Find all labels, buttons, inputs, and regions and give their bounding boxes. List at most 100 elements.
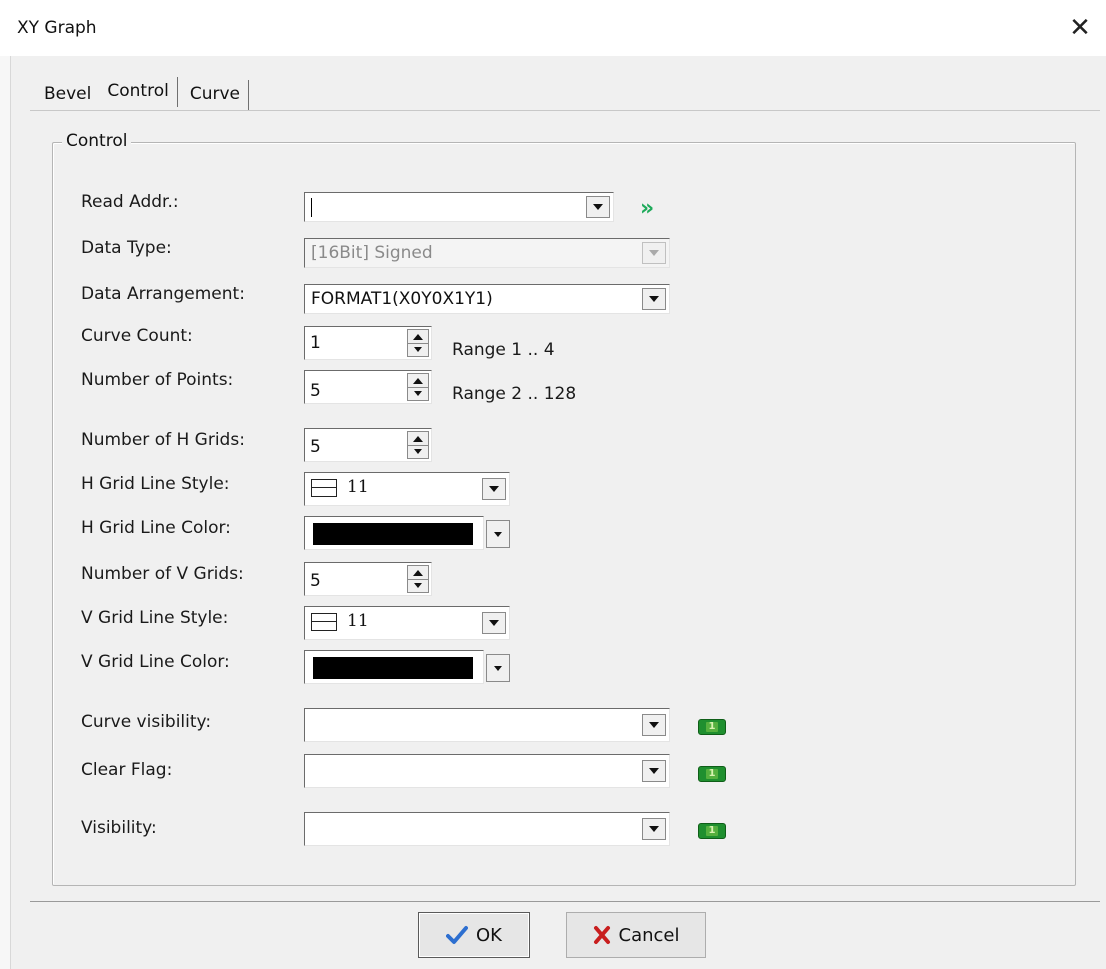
spin-up-button[interactable] <box>408 330 428 344</box>
spin-buttons <box>407 565 429 593</box>
data-type-value: [16Bit] Signed <box>311 243 433 263</box>
v-grid-line-style-combo[interactable]: 11 <box>304 606 510 640</box>
clear-flag-combo[interactable] <box>304 754 670 788</box>
spin-buttons <box>407 431 429 459</box>
title-bar: XY Graph ✕ <box>0 0 1106 56</box>
number-of-v-grids-value: 5 <box>310 571 321 591</box>
xy-graph-dialog: XY Graph ✕ Bevel Control Curve Control R… <box>0 0 1106 969</box>
clear-flag-label: Clear Flag: <box>81 760 173 780</box>
v-grid-line-color-picker[interactable] <box>304 650 484 684</box>
clear-flag-dropdown-button[interactable] <box>642 760 666 782</box>
tab-control[interactable]: Control <box>103 77 178 107</box>
v-grid-line-style-label: V Grid Line Style: <box>81 608 229 628</box>
v-grid-line-style-value: 11 <box>347 611 369 631</box>
data-type-combo[interactable]: [16Bit] Signed <box>304 238 670 268</box>
close-button[interactable]: ✕ <box>1062 10 1098 46</box>
number-of-points-range: Range 2 .. 128 <box>452 384 577 404</box>
spin-up-button[interactable] <box>408 432 428 446</box>
h-grid-line-style-combo[interactable]: 11 <box>304 472 510 506</box>
tab-curve[interactable]: Curve <box>186 80 249 110</box>
chevron-down-icon <box>494 665 502 671</box>
spin-down-button[interactable] <box>408 579 428 592</box>
bit-address-icon[interactable]: 1 <box>698 823 726 839</box>
curve-visibility-dropdown-button[interactable] <box>642 714 666 736</box>
curve-visibility-combo[interactable] <box>304 708 670 742</box>
color-swatch <box>313 523 473 545</box>
chevron-down-icon <box>489 486 499 492</box>
data-type-dropdown-button[interactable] <box>642 242 666 264</box>
bit-address-icon[interactable]: 1 <box>698 719 726 735</box>
chevron-down-icon <box>593 204 603 210</box>
h-grid-line-color-label: H Grid Line Color: <box>81 518 231 538</box>
visibility-combo[interactable] <box>304 812 670 846</box>
curve-count-range: Range 1 .. 4 <box>452 340 555 360</box>
visibility-label: Visibility: <box>81 818 157 838</box>
close-icon: ✕ <box>1069 13 1091 43</box>
read-addr-label: Read Addr.: <box>81 192 179 212</box>
spin-up-button[interactable] <box>408 374 428 388</box>
curve-count-label: Curve Count: <box>81 326 193 346</box>
cancel-button[interactable]: Cancel <box>566 912 706 958</box>
chevron-down-icon <box>649 722 659 728</box>
arrow-down-icon <box>414 391 422 396</box>
arrow-down-icon <box>414 347 422 352</box>
ok-button[interactable]: OK <box>418 912 530 958</box>
arrow-up-icon <box>413 435 423 442</box>
checkmark-icon <box>446 925 468 945</box>
chevron-down-icon <box>649 826 659 832</box>
v-grid-line-color-label: V Grid Line Color: <box>81 652 230 672</box>
left-edge <box>0 56 11 969</box>
spin-down-button[interactable] <box>408 445 428 458</box>
red-x-icon <box>593 925 611 945</box>
curve-count-value: 1 <box>310 333 321 353</box>
double-chevron-right-icon[interactable]: ›› <box>640 196 654 221</box>
ok-button-label: OK <box>476 924 502 946</box>
number-of-points-value: 5 <box>310 381 321 401</box>
h-grid-line-color-dropdown-button[interactable] <box>486 520 510 548</box>
number-of-h-grids-label: Number of H Grids: <box>81 430 245 450</box>
curve-visibility-label: Curve visibility: <box>81 712 212 732</box>
number-of-h-grids-stepper[interactable]: 5 <box>304 428 432 462</box>
tab-bevel[interactable]: Bevel <box>40 80 95 110</box>
read-addr-combo[interactable] <box>304 192 614 222</box>
spin-down-button[interactable] <box>408 343 428 356</box>
number-of-points-label: Number of Points: <box>81 370 234 390</box>
number-of-v-grids-stepper[interactable]: 5 <box>304 562 432 596</box>
spin-buttons <box>407 373 429 401</box>
spin-buttons <box>407 329 429 357</box>
number-of-v-grids-label: Number of V Grids: <box>81 564 244 584</box>
tab-bar: Bevel Control Curve <box>40 74 257 110</box>
line-style-icon <box>311 613 337 631</box>
data-arrangement-label: Data Arrangement: <box>81 284 245 304</box>
chevron-down-icon <box>489 620 499 626</box>
data-type-label: Data Type: <box>81 238 172 258</box>
bit-address-icon[interactable]: 1 <box>698 766 726 782</box>
arrow-up-icon <box>413 569 423 576</box>
data-arrangement-dropdown-button[interactable] <box>642 288 666 310</box>
read-addr-dropdown-button[interactable] <box>586 196 610 218</box>
groupbox-legend: Control <box>62 131 132 151</box>
line-style-icon <box>311 479 337 497</box>
arrow-up-icon <box>413 377 423 384</box>
chevron-down-icon <box>649 768 659 774</box>
cancel-button-label: Cancel <box>618 924 680 946</box>
dialog-title: XY Graph <box>17 18 97 38</box>
arrow-down-icon <box>414 449 422 454</box>
chevron-down-icon <box>649 296 659 302</box>
data-arrangement-value: FORMAT1(X0Y0X1Y1) <box>311 289 493 309</box>
number-of-points-stepper[interactable]: 5 <box>304 370 432 404</box>
spin-down-button[interactable] <box>408 387 428 400</box>
v-grid-line-color-dropdown-button[interactable] <box>486 654 510 682</box>
h-grid-line-style-dropdown-button[interactable] <box>482 478 506 500</box>
chevron-down-icon <box>649 250 659 256</box>
text-caret <box>311 198 312 217</box>
v-grid-line-style-dropdown-button[interactable] <box>482 612 506 634</box>
color-swatch <box>313 657 473 679</box>
chevron-down-icon <box>494 531 502 537</box>
visibility-dropdown-button[interactable] <box>642 818 666 840</box>
data-arrangement-combo[interactable]: FORMAT1(X0Y0X1Y1) <box>304 284 670 314</box>
curve-count-stepper[interactable]: 1 <box>304 326 432 360</box>
h-grid-line-color-picker[interactable] <box>304 516 484 550</box>
h-grid-line-style-label: H Grid Line Style: <box>81 474 230 494</box>
spin-up-button[interactable] <box>408 566 428 580</box>
